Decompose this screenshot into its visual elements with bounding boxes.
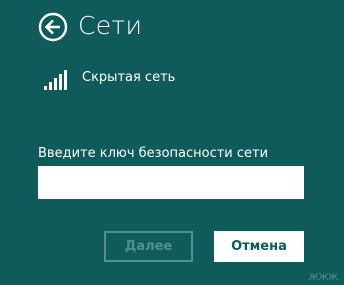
wifi-signal-icon — [44, 68, 70, 90]
next-button[interactable]: Далее — [104, 231, 193, 262]
security-key-input[interactable] — [38, 166, 304, 199]
back-arrow-circle-icon — [38, 12, 68, 42]
network-name: Скрытая сеть — [82, 70, 176, 85]
network-item[interactable]: Скрытая сеть — [44, 68, 175, 94]
page-title: Сети — [78, 11, 143, 40]
cancel-button[interactable]: Отмена — [214, 231, 304, 262]
watermark: ЖЖЖ — [308, 273, 338, 283]
security-key-label: Введите ключ безопасности сети — [38, 146, 269, 161]
back-button[interactable] — [38, 12, 68, 42]
